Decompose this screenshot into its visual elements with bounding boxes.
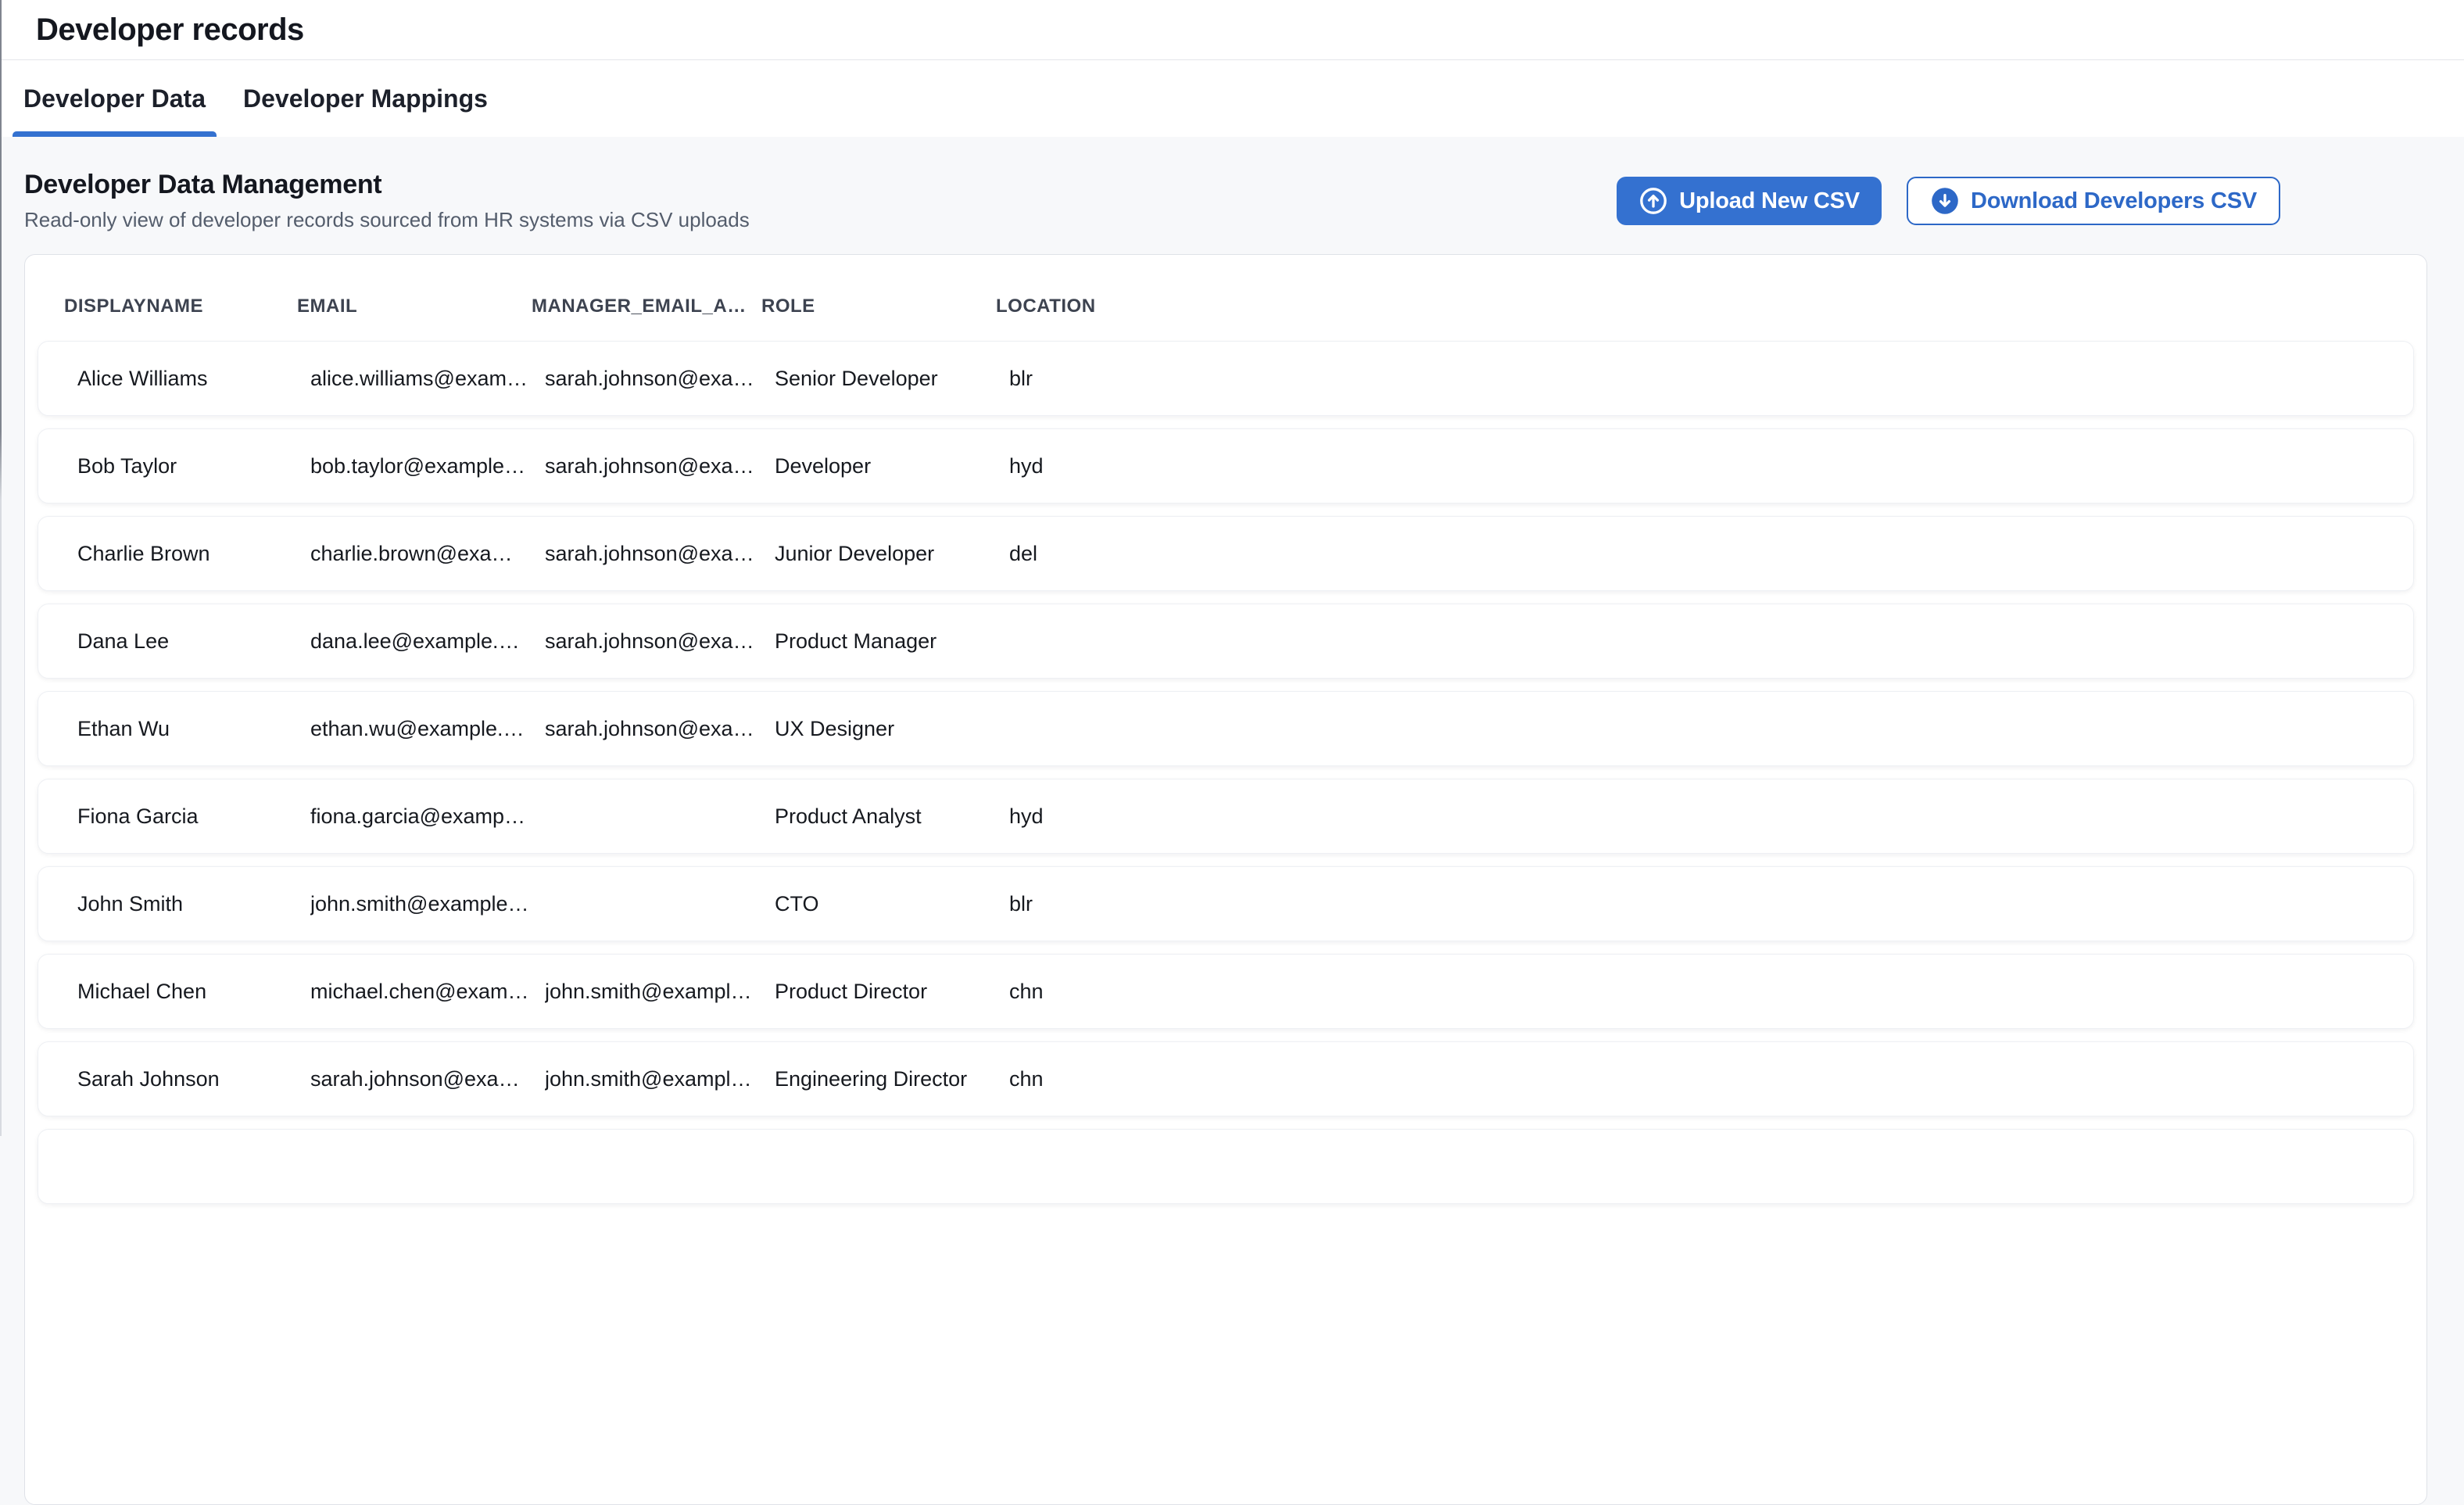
- active-tab-underline: [13, 131, 217, 137]
- table-row: Dana Leedana.lee@example.c…sarah.johnson…: [38, 604, 2414, 679]
- cell-email: fiona.garcia@exampl…: [310, 804, 545, 829]
- cell-location: blr: [1009, 892, 2374, 916]
- cell-manager_email: john.smith@example.…: [545, 980, 775, 1004]
- table-row: Charlie Browncharlie.brown@exam…sarah.jo…: [38, 516, 2414, 591]
- cell-display_name: Ethan Wu: [77, 717, 310, 741]
- cell-role: Developer: [775, 454, 1009, 478]
- cell-role: CTO: [775, 892, 1009, 916]
- tab-developer-data[interactable]: Developer Data: [13, 60, 217, 137]
- table-row: Ethan Wuethan.wu@example.c…sarah.johnson…: [38, 691, 2414, 766]
- table-row: Bob Taylorbob.taylor@example.…sarah.john…: [38, 428, 2414, 503]
- cell-location: chn: [1009, 1067, 2374, 1091]
- title-bar: Developer records: [0, 0, 2464, 60]
- section-titles: Developer Data Management Read-only view…: [24, 170, 750, 232]
- cell-manager_email: sarah.johnson@exam…: [545, 542, 775, 566]
- upload-csv-button[interactable]: Upload New CSV: [1617, 177, 1882, 225]
- page-title: Developer records: [36, 13, 304, 48]
- column-header-location: LOCATION: [996, 296, 2387, 317]
- cell-display_name: Charlie Brown: [77, 542, 310, 566]
- column-header-manager_email: MANAGER_EMAIL_ADDRE…: [532, 296, 761, 317]
- cell-location: blr: [1009, 367, 2374, 391]
- cell-display_name: Dana Lee: [77, 629, 310, 654]
- cell-display_name: Fiona Garcia: [77, 804, 310, 829]
- window-left-edge: [0, 0, 2, 1136]
- cell-role: Product Director: [775, 980, 1009, 1004]
- column-header-email: EMAIL: [297, 296, 532, 317]
- tab-label: Developer Mappings: [243, 84, 488, 113]
- table-row: Sarah Johnsonsarah.johnson@exam…john.smi…: [38, 1041, 2414, 1116]
- section-subheading: Read-only view of developer records sour…: [24, 208, 750, 232]
- cell-role: Product Analyst: [775, 804, 1009, 829]
- download-csv-button[interactable]: Download Developers CSV: [1907, 177, 2280, 225]
- cell-email: alice.williams@examp…: [310, 367, 545, 391]
- table-row: Michael Chenmichael.chen@examp…john.smit…: [38, 954, 2414, 1029]
- header-actions: Upload New CSV Download Developers CSV: [1617, 177, 2280, 225]
- cell-role: Senior Developer: [775, 367, 1009, 391]
- cell-email: sarah.johnson@exam…: [310, 1067, 545, 1091]
- table-row: Fiona Garciafiona.garcia@exampl… Product …: [38, 779, 2414, 854]
- table-row: Alice Williamsalice.williams@examp…sarah…: [38, 341, 2414, 416]
- cell-email: michael.chen@examp…: [310, 980, 545, 1004]
- circle-arrow-up-icon: [1638, 186, 1668, 216]
- cell-location: hyd: [1009, 454, 2374, 478]
- cell-manager_email: sarah.johnson@exam…: [545, 717, 775, 741]
- table-body: Alice Williamsalice.williams@examp…sarah…: [25, 341, 2426, 1204]
- cell-display_name: Alice Williams: [77, 367, 310, 391]
- cell-email: john.smith@example.…: [310, 892, 545, 916]
- table-row: John Smithjohn.smith@example.… CTOblr: [38, 866, 2414, 941]
- cell-email: dana.lee@example.c…: [310, 629, 545, 654]
- column-header-display_name: DISPLAYNAME: [64, 296, 297, 317]
- cell-display_name: Bob Taylor: [77, 454, 310, 478]
- cell-role: Product Manager: [775, 629, 1009, 654]
- cell-display_name: Michael Chen: [77, 980, 310, 1004]
- cell-email: ethan.wu@example.c…: [310, 717, 545, 741]
- cell-display_name: John Smith: [77, 892, 310, 916]
- section-header: Developer Data Management Read-only view…: [24, 137, 2427, 254]
- developer-table-card: DISPLAYNAMEEMAILMANAGER_EMAIL_ADDRE…ROLE…: [24, 254, 2427, 1505]
- cell-email: charlie.brown@exam…: [310, 542, 545, 566]
- tab-label: Developer Data: [23, 84, 206, 113]
- cell-manager_email: sarah.johnson@exam…: [545, 454, 775, 478]
- column-header-role: ROLE: [761, 296, 996, 317]
- section-heading: Developer Data Management: [24, 170, 750, 200]
- upload-csv-label: Upload New CSV: [1679, 188, 1860, 214]
- cell-email: bob.taylor@example.…: [310, 454, 545, 478]
- circle-arrow-down-icon: [1930, 186, 1960, 216]
- main-content: Developer Data Management Read-only view…: [0, 137, 2464, 1505]
- cell-display_name: Sarah Johnson: [77, 1067, 310, 1091]
- cell-manager_email: john.smith@example.…: [545, 1067, 775, 1091]
- table-header-row: DISPLAYNAMEEMAILMANAGER_EMAIL_ADDRE…ROLE…: [25, 255, 2426, 341]
- cell-role: UX Designer: [775, 717, 1009, 741]
- tab-developer-mappings[interactable]: Developer Mappings: [232, 60, 499, 137]
- table-row-partial: [38, 1129, 2414, 1204]
- cell-role: Engineering Director: [775, 1067, 1009, 1091]
- cell-manager_email: sarah.johnson@exam…: [545, 367, 775, 391]
- download-csv-label: Download Developers CSV: [1971, 188, 2257, 214]
- cell-location: chn: [1009, 980, 2374, 1004]
- cell-location: del: [1009, 542, 2374, 566]
- tab-bar: Developer Data Developer Mappings: [0, 60, 2464, 137]
- cell-location: hyd: [1009, 804, 2374, 829]
- cell-manager_email: sarah.johnson@exam…: [545, 629, 775, 654]
- cell-role: Junior Developer: [775, 542, 1009, 566]
